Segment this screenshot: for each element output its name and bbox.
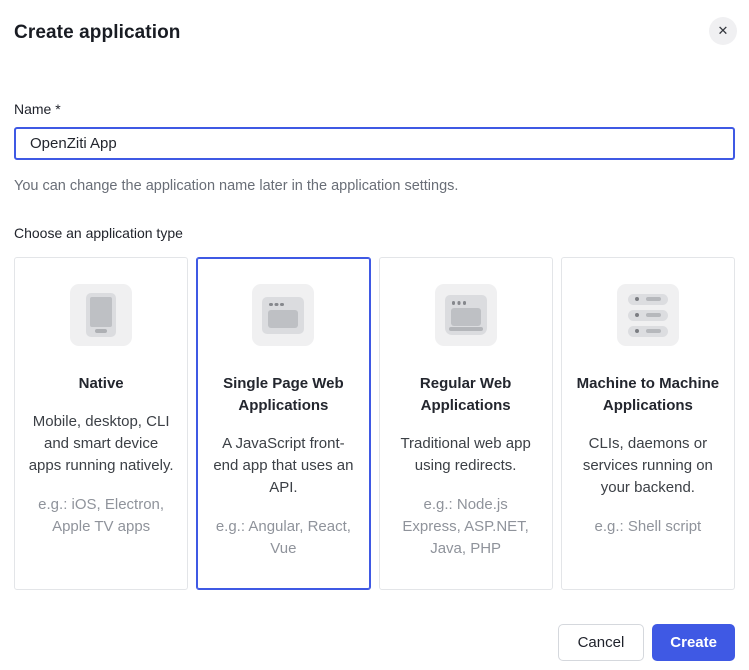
modal-header: Create application ✕ xyxy=(14,20,735,46)
modal-footer: Cancel Create xyxy=(14,624,735,661)
app-type-title: Native xyxy=(28,373,174,395)
app-type-card-3[interactable]: Regular Web Applications Traditional web… xyxy=(379,257,553,590)
app-type-description: A JavaScript front-end app that uses an … xyxy=(210,433,356,499)
app-type-card-4[interactable]: Machine to Machine Applications CLIs, da… xyxy=(561,257,735,590)
application-type-label: Choose an application type xyxy=(14,225,735,242)
app-type-title: Single Page Web Applications xyxy=(210,373,356,417)
app-type-description: Traditional web app using redirects. xyxy=(393,433,539,477)
app-type-example: e.g.: iOS, Electron, Apple TV apps xyxy=(28,494,174,538)
app-type-card-2[interactable]: Single Page Web Applications A JavaScrip… xyxy=(196,257,370,590)
create-application-modal: Create application ✕ Name * You can chan… xyxy=(0,0,749,670)
browser-window-icon xyxy=(262,297,304,334)
app-type-description: Mobile, desktop, CLI and smart device ap… xyxy=(28,411,174,477)
mobile-phone-icon xyxy=(86,293,116,337)
app-type-title: Machine to Machine Applications xyxy=(575,373,721,417)
create-button[interactable]: Create xyxy=(652,624,735,661)
server-stack-icon xyxy=(628,294,668,337)
server-window-icon xyxy=(445,295,487,335)
app-type-example: e.g.: Angular, React, Vue xyxy=(210,516,356,560)
app-type-title: Regular Web Applications xyxy=(393,373,539,417)
modal-title: Create application xyxy=(14,20,181,46)
app-type-example: e.g.: Shell script xyxy=(575,516,721,538)
name-helper-text: You can change the application name late… xyxy=(14,178,735,195)
app-type-description: CLIs, daemons or services running on you… xyxy=(575,433,721,499)
cancel-button[interactable]: Cancel xyxy=(558,624,645,661)
application-name-input[interactable] xyxy=(14,127,735,160)
app-type-card-1[interactable]: Native Mobile, desktop, CLI and smart de… xyxy=(14,257,188,590)
close-button[interactable]: ✕ xyxy=(709,17,737,45)
name-field-label: Name * xyxy=(14,101,735,118)
app-type-example: e.g.: Node.js Express, ASP.NET, Java, PH… xyxy=(393,494,539,560)
app-type-grid: Native Mobile, desktop, CLI and smart de… xyxy=(14,257,735,590)
close-icon: ✕ xyxy=(718,23,729,39)
